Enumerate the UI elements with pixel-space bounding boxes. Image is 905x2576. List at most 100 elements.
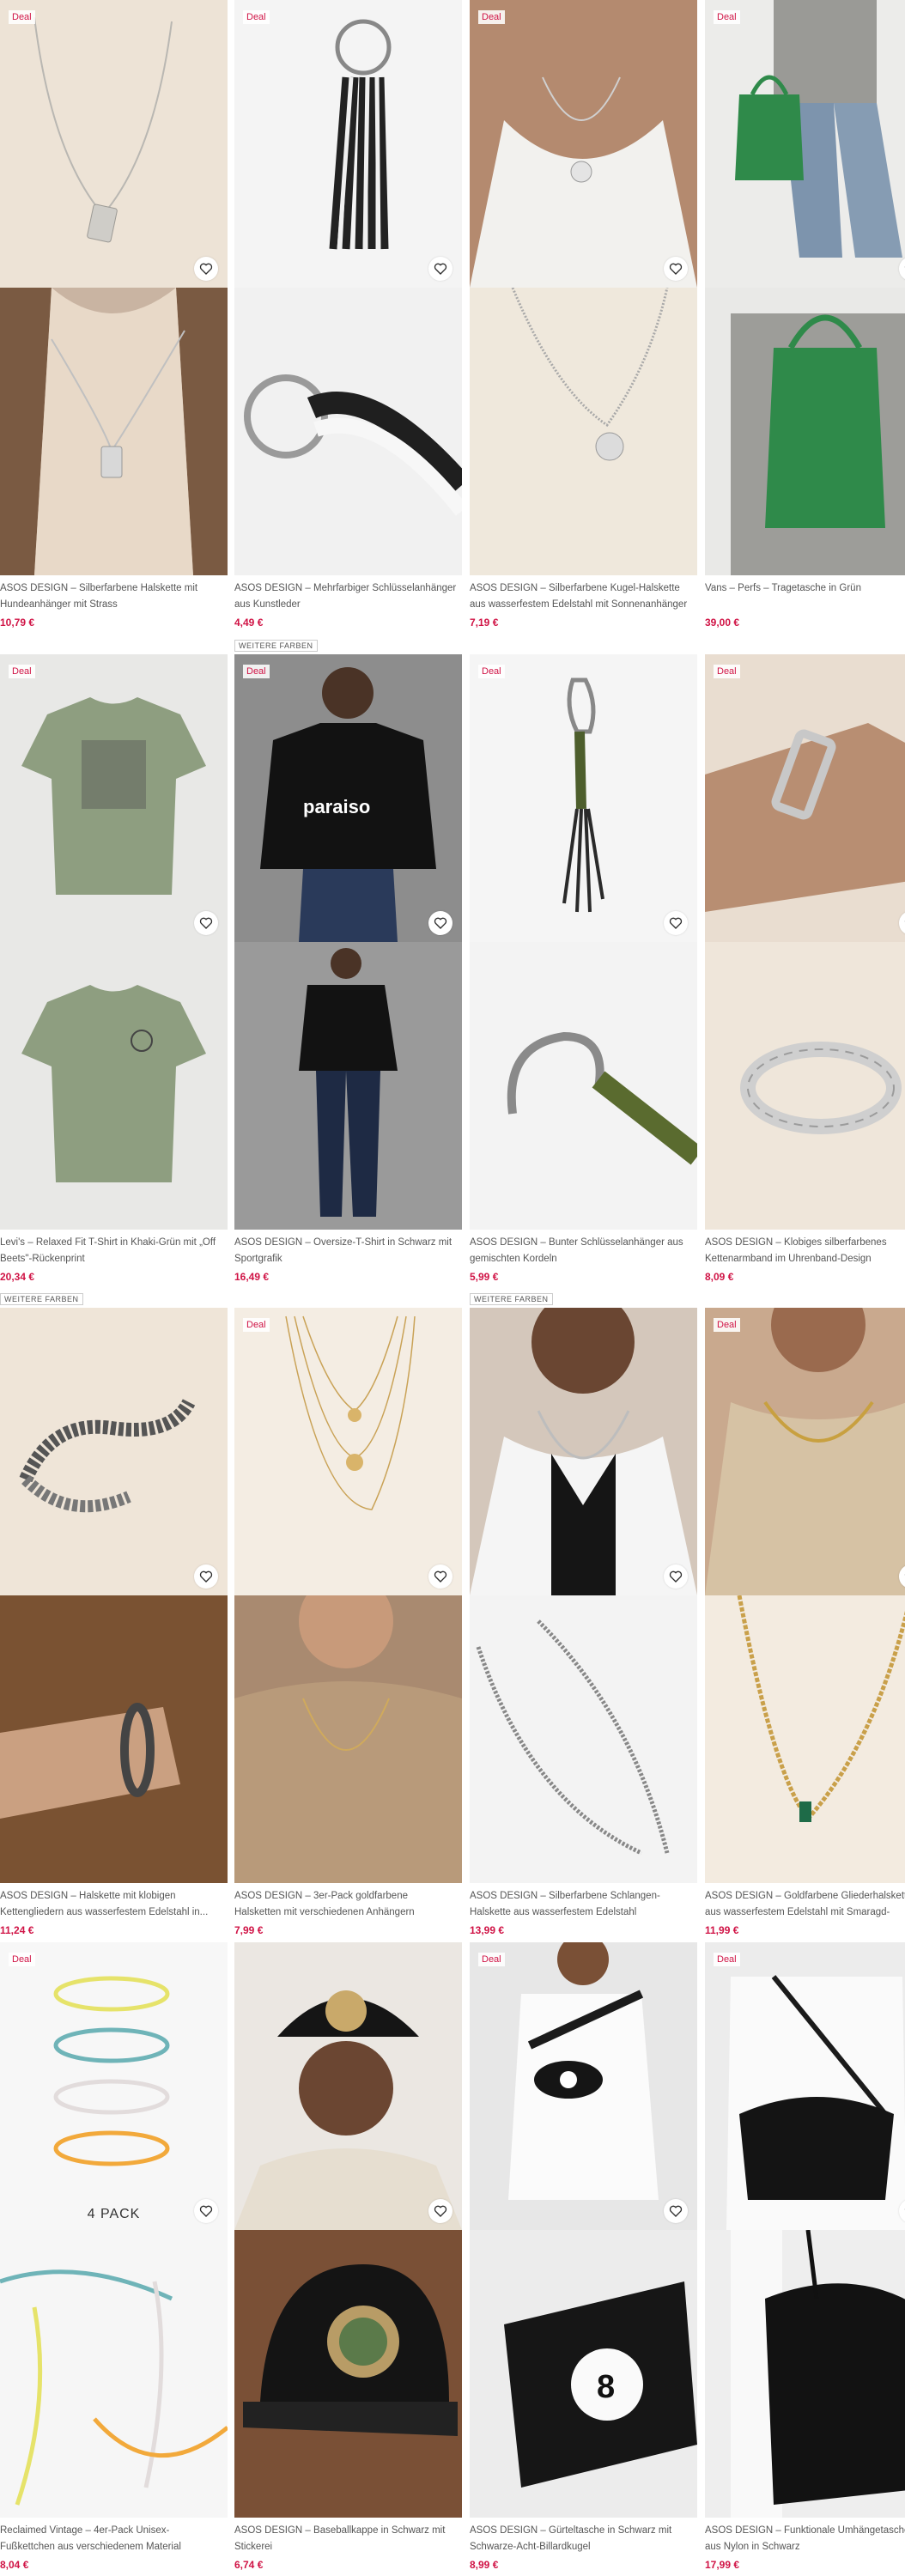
product-image[interactable]: 8 Deal <box>470 1942 697 2518</box>
deal-badge: Deal <box>243 1318 270 1332</box>
product-image[interactable]: Deal <box>234 0 462 575</box>
product-card[interactable]: 4 PACK Deal Reclaimed Vintage – 4er-Pack… <box>0 1942 228 2571</box>
deal-badge: Deal <box>9 1953 35 1966</box>
product-photo <box>234 1595 462 1883</box>
heart-outline-icon <box>199 1571 213 1583</box>
product-image[interactable]: Deal <box>0 0 228 575</box>
product-photo <box>0 1942 228 2230</box>
more-colors-badge: WEITERE FARBEN <box>470 1293 553 1305</box>
wishlist-button[interactable] <box>664 2199 688 2223</box>
product-title[interactable]: Vans – Perfs – Tragetasche in Grün <box>705 580 905 613</box>
product-image[interactable]: Deal <box>470 654 697 1230</box>
product-card[interactable]: Deal ASOS DESIGN – Bunter Schlüsselanhän… <box>470 654 697 1283</box>
deal-badge: Deal <box>714 10 740 24</box>
product-photo <box>705 1595 905 1883</box>
product-photo <box>705 0 905 288</box>
product-photo <box>0 0 228 288</box>
product-title[interactable]: Levi's – Relaxed Fit T-Shirt in Khaki-Gr… <box>0 1235 228 1267</box>
product-title[interactable]: ASOS DESIGN – Funktionale Umhängetasche … <box>705 2523 905 2555</box>
product-title[interactable]: ASOS DESIGN – Silberfarbene Kugel-Halske… <box>470 580 697 613</box>
product-image[interactable]: paraiso Deal <box>234 654 462 1230</box>
product-image[interactable]: Deal <box>0 654 228 1230</box>
product-price: 11,99 € <box>705 1924 739 1936</box>
wishlist-button[interactable] <box>664 257 688 281</box>
wishlist-button[interactable] <box>194 911 218 935</box>
deal-badge: Deal <box>243 10 270 24</box>
product-card[interactable]: Deal ASOS DESIGN – Klobiges silberfarben… <box>705 654 905 1283</box>
product-title[interactable]: ASOS DESIGN – Klobiges silberfarbenes Ke… <box>705 1235 905 1267</box>
product-title[interactable]: ASOS DESIGN – Goldfarbene Gliederhalsket… <box>705 1888 905 1921</box>
wishlist-button[interactable] <box>428 1564 452 1589</box>
product-image[interactable] <box>470 1308 697 1883</box>
product-title[interactable]: Reclaimed Vintage – 4er-Pack Unisex-Fußk… <box>0 2523 228 2555</box>
deal-badge: Deal <box>478 1953 505 1966</box>
product-title[interactable]: ASOS DESIGN – Baseballkappe in Schwarz m… <box>234 2523 462 2555</box>
product-title[interactable]: ASOS DESIGN – Gürteltasche in Schwarz mi… <box>470 2523 697 2555</box>
product-title[interactable]: ASOS DESIGN – 3er-Pack goldfarbene Halsk… <box>234 1888 462 1921</box>
product-title[interactable]: ASOS DESIGN – Halskette mit klobigen Ket… <box>0 1888 228 1921</box>
product-photo <box>470 0 697 288</box>
product-card[interactable]: Deal ASOS DESIGN – Funktionale Umhängeta… <box>705 1942 905 2571</box>
heart-outline-icon <box>434 1571 447 1583</box>
product-image[interactable]: 4 PACK Deal <box>0 1942 228 2518</box>
product-card[interactable]: ASOS DESIGN – Baseballkappe in Schwarz m… <box>234 1942 462 2571</box>
deal-badge: Deal <box>478 10 505 24</box>
wishlist-button[interactable] <box>664 1564 688 1589</box>
product-photo <box>0 654 228 942</box>
product-image[interactable]: Deal <box>705 0 905 575</box>
product-image[interactable]: Deal <box>705 654 905 1230</box>
product-price: 8,09 € <box>705 1271 734 1283</box>
heart-outline-icon <box>669 2205 683 2217</box>
heart-outline-icon <box>199 917 213 929</box>
product-card[interactable]: Deal ASOS DESIGN – Mehrfarbiger Schlüsse… <box>234 0 462 629</box>
product-image[interactable]: Deal <box>705 1942 905 2518</box>
heart-outline-icon <box>199 2205 213 2217</box>
product-price: 7,99 € <box>234 1924 264 1936</box>
product-photo <box>705 1308 905 1595</box>
product-photo <box>705 942 905 1230</box>
product-price: 4,49 € <box>234 617 264 629</box>
product-price: 6,74 € <box>234 2559 264 2571</box>
product-card[interactable]: ASOS DESIGN – Halskette mit klobigen Ket… <box>0 1308 228 1936</box>
wishlist-button[interactable] <box>194 257 218 281</box>
product-price: 13,99 € <box>470 1924 505 1936</box>
product-card[interactable]: ASOS DESIGN – Silberfarbene Schlangen-Ha… <box>470 1308 697 1936</box>
product-photo <box>0 1595 228 1883</box>
wishlist-button[interactable] <box>194 1564 218 1589</box>
product-title[interactable]: ASOS DESIGN – Mehrfarbiger Schlüsselanhä… <box>234 580 462 613</box>
wishlist-button[interactable] <box>428 911 452 935</box>
product-card[interactable]: Deal Levi's – Relaxed Fit T-Shirt in Kha… <box>0 654 228 1283</box>
product-price: 20,34 € <box>0 1271 35 1283</box>
product-image[interactable] <box>234 1942 462 2518</box>
product-image[interactable] <box>0 1308 228 1883</box>
deal-badge: Deal <box>714 1953 740 1966</box>
product-card[interactable]: Deal ASOS DESIGN – 3er-Pack goldfarbene … <box>234 1308 462 1936</box>
product-card[interactable]: 8 Deal ASOS DESIGN – Gürteltasche in Sch… <box>470 1942 697 2571</box>
heart-outline-icon <box>199 263 213 275</box>
product-card[interactable]: Deal ASOS DESIGN – Silberfarbene Kugel-H… <box>470 0 697 629</box>
product-card[interactable]: Deal ASOS DESIGN – Silberfarbene Halsket… <box>0 0 228 629</box>
wishlist-button[interactable] <box>428 257 452 281</box>
wishlist-button[interactable] <box>194 2199 218 2223</box>
product-photo <box>470 1942 697 2230</box>
deal-badge: Deal <box>9 10 35 24</box>
product-photo <box>0 942 228 1230</box>
product-title[interactable]: ASOS DESIGN – Oversize-T-Shirt in Schwar… <box>234 1235 462 1267</box>
product-photo: paraiso <box>234 654 462 942</box>
product-card[interactable]: Deal ASOS DESIGN – Goldfarbene Gliederha… <box>705 1308 905 1936</box>
product-title[interactable]: ASOS DESIGN – Silberfarbene Schlangen-Ha… <box>470 1888 697 1921</box>
product-title[interactable]: ASOS DESIGN – Silberfarbene Halskette mi… <box>0 580 228 613</box>
product-price: 16,49 € <box>234 1271 270 1283</box>
product-title[interactable]: ASOS DESIGN – Bunter Schlüsselanhänger a… <box>470 1235 697 1267</box>
deal-badge: Deal <box>714 1318 740 1332</box>
wishlist-button[interactable] <box>428 2199 452 2223</box>
product-card[interactable]: Deal Vans – Perfs – Tragetasche in Grün … <box>705 0 905 629</box>
product-image[interactable]: Deal <box>470 0 697 575</box>
heart-outline-icon <box>669 1571 683 1583</box>
product-image[interactable]: Deal <box>705 1308 905 1883</box>
product-price: 8,04 € <box>0 2559 29 2571</box>
product-photo <box>705 654 905 942</box>
product-card[interactable]: paraiso Deal ASOS DESIGN – Oversize-T-Sh… <box>234 654 462 1283</box>
wishlist-button[interactable] <box>664 911 688 935</box>
product-image[interactable]: Deal <box>234 1308 462 1883</box>
